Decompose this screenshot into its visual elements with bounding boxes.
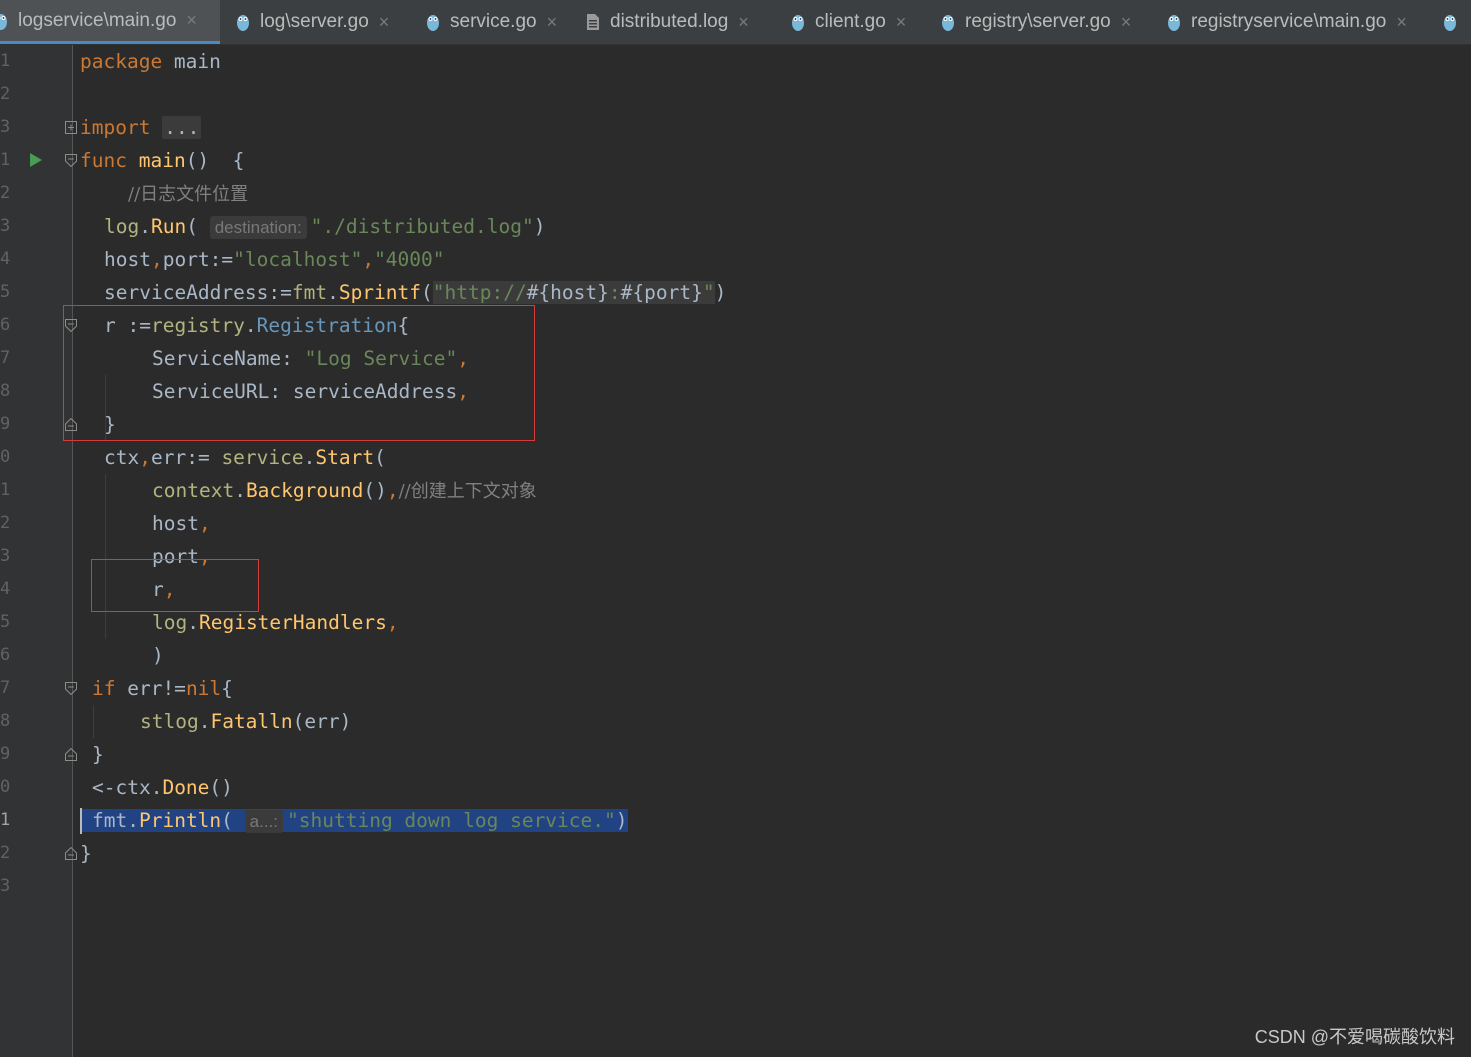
close-icon[interactable]: × [547, 12, 558, 33]
tab-client-go[interactable]: client.go × [791, 0, 906, 44]
folded-imports[interactable]: ... [162, 116, 202, 139]
tab-registryservice-main-go[interactable]: registryservice\main.go × [1167, 0, 1407, 44]
code-line: package main [80, 50, 221, 73]
tab-label: registryservice\main.go [1191, 11, 1387, 32]
line-number: 7 [0, 348, 11, 368]
line-number: 9 [0, 414, 11, 434]
code-line: } [80, 842, 92, 865]
line-number: 0 [0, 447, 11, 467]
close-icon[interactable]: × [379, 12, 390, 33]
code-line: func main() { [80, 149, 245, 172]
line-number: 2 [0, 183, 11, 203]
line-number: 1 [0, 480, 11, 500]
gopher-icon [792, 15, 804, 31]
code-line: //日志文件位置 [128, 184, 249, 205]
line-number: 6 [0, 645, 11, 665]
gopher-icon [1444, 15, 1456, 31]
annotation-box-r-argument [91, 559, 259, 612]
code-line: import ... [80, 116, 202, 139]
code-line: log.RegisterHandlers, [152, 611, 399, 634]
code-line: port, [152, 545, 211, 568]
code-line: log.Run( destination: "./distributed.log"… [104, 215, 546, 239]
selection-highlight: fmt.Println( a...: "shutting down log ser… [80, 809, 628, 833]
close-icon[interactable]: × [738, 12, 749, 33]
line-number: 3 [0, 117, 11, 137]
close-icon[interactable]: × [186, 10, 197, 31]
tab-log-server-go[interactable]: log\server.go × [236, 0, 389, 44]
tab-distributed-log[interactable]: distributed.log × [586, 0, 749, 44]
line-number: 8 [0, 711, 11, 731]
tab-label: logservice\main.go [18, 9, 177, 31]
close-icon[interactable]: × [1121, 12, 1132, 33]
close-icon[interactable]: × [1396, 12, 1407, 33]
param-hint: a...: [244, 810, 284, 833]
gopher-icon [0, 13, 7, 30]
line-number: 8 [0, 381, 11, 401]
param-hint: destination: [209, 216, 307, 239]
line-number: 2 [0, 843, 11, 863]
tab-logservice-main-go[interactable]: logservice\main.go × [0, 0, 220, 44]
code-line: if err!=nil{ [92, 677, 233, 700]
line-number: 1 [0, 810, 11, 830]
gopher-icon [427, 15, 439, 31]
line-number: 0 [0, 777, 11, 797]
tab-label: registry\server.go [965, 11, 1111, 32]
line-number: 5 [0, 612, 11, 632]
line-number: 1 [0, 51, 11, 71]
editor-gutter[interactable]: 1 2 3 1 2 3 4 5 6 7 8 9 0 1 2 3 4 5 6 7 … [0, 45, 77, 1057]
gopher-icon [942, 15, 954, 31]
line-number: 9 [0, 744, 11, 764]
watermark: CSDN @不爱喝碳酸饮料 [1254, 1027, 1455, 1047]
gopher-icon [1168, 15, 1180, 31]
tab-overflow[interactable] [1443, 0, 1467, 44]
tab-registry-server-go[interactable]: registry\server.go × [941, 0, 1131, 44]
line-number: 6 [0, 315, 11, 335]
file-icon [587, 14, 599, 30]
code-line: ) [152, 644, 164, 667]
code-line: host,port:="localhost","4000" [104, 248, 445, 271]
annotation-box-registration [63, 305, 535, 441]
tab-label: service.go [450, 11, 537, 32]
tab-label: client.go [815, 11, 886, 32]
gopher-icon [237, 15, 249, 31]
line-number: 3 [0, 876, 11, 896]
text-caret [80, 808, 82, 834]
line-number: 3 [0, 546, 11, 566]
close-icon[interactable]: × [896, 12, 907, 33]
line-number: 4 [0, 579, 11, 599]
code-line: } [92, 743, 104, 766]
code-line: <-ctx.Done() [92, 776, 233, 799]
line-number: 3 [0, 216, 11, 236]
code-line: context.Background(),//创建上下文对象 [152, 479, 537, 502]
code-line-selected: fmt.Println( a...: "shutting down log ser… [72, 804, 1471, 837]
editor-tab-bar: logservice\main.go × log\server.go × ser… [0, 0, 1471, 45]
line-number: 4 [0, 249, 11, 269]
run-icon[interactable] [29, 152, 43, 168]
line-number: 7 [0, 678, 11, 698]
tab-label: log\server.go [260, 11, 369, 32]
line-number: 2 [0, 513, 11, 533]
code-line: ctx,err:= service.Start( [104, 446, 386, 469]
code-line: r, [152, 578, 176, 601]
code-line: host, [152, 512, 211, 535]
tab-label: distributed.log [610, 11, 729, 32]
code-editor[interactable]: package main import ... func main() { //… [63, 45, 1471, 1057]
tab-service-go[interactable]: service.go × [426, 0, 557, 44]
code-line: stlog.Fatalln(err) [140, 710, 352, 733]
line-number: 1 [0, 150, 11, 170]
line-number: 2 [0, 84, 11, 104]
line-number: 5 [0, 282, 11, 302]
